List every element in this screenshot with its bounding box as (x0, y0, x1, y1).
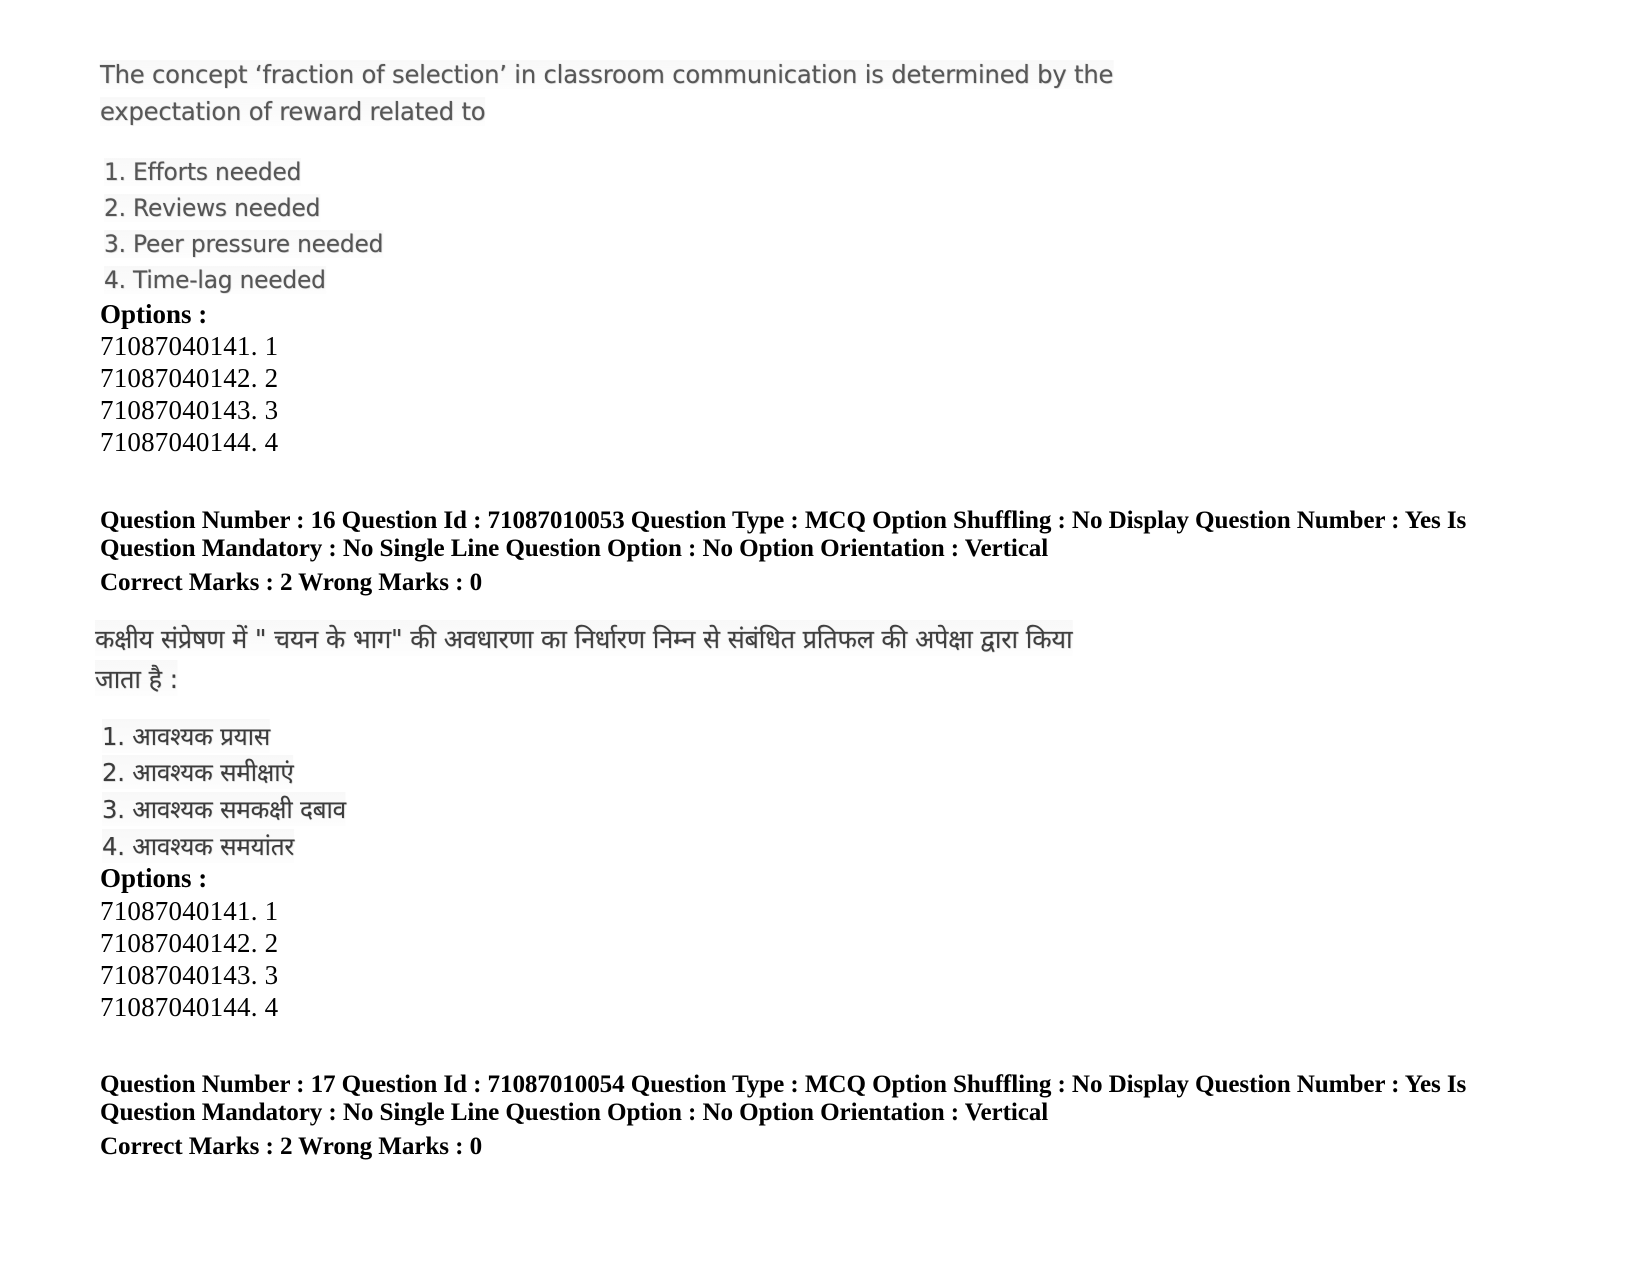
question-16-hindi-options-label: Options : (100, 863, 208, 893)
question-16-hindi-option-id-2: 71087040142. 2 (100, 928, 279, 958)
question-16-english-choice-1: 1. Efforts needed (104, 158, 302, 186)
question-16-option-id-2: 71087040142. 2 (100, 363, 279, 393)
question-16-hindi-choice-4: 4. आवश्यक समयांतर (102, 829, 294, 863)
question-16-hindi-stem-line-1: कक्षीय संप्रेषण में " चयन के भाग" की अवध… (95, 620, 1073, 656)
document-page: The concept ‘fraction of selection’ in c… (0, 0, 1650, 1275)
question-16-english-choice-3: 3. Peer pressure needed (104, 230, 384, 258)
question-16-option-id-3: 71087040143. 3 (100, 395, 279, 425)
question-16-metadata-line-1: Question Number : 16 Question Id : 71087… (100, 505, 1467, 534)
question-17-metadata-line-2: Question Mandatory : No Single Line Ques… (100, 1097, 1049, 1126)
question-16-english-choice-4: 4. Time-lag needed (104, 266, 326, 294)
question-16-english-choice-2: 2. Reviews needed (104, 194, 321, 222)
question-16-english-stem-line-2: expectation of reward related to (100, 97, 486, 126)
question-16-option-id-1: 71087040141. 1 (100, 331, 279, 361)
question-16-metadata-line-2: Question Mandatory : No Single Line Ques… (100, 533, 1049, 562)
question-16-hindi-choice-3: 3. आवश्यक समकक्षी दबाव (102, 792, 346, 826)
question-16-hindi-stem-line-2: जाता है : (95, 660, 178, 696)
question-16-hindi-choice-1: 1. आवश्यक प्रयास (102, 719, 270, 753)
question-16-english-stem-line-1: The concept ‘fraction of selection’ in c… (100, 60, 1114, 89)
question-16-metadata-line-3: Correct Marks : 2 Wrong Marks : 0 (100, 567, 483, 596)
question-16-options-label: Options : (100, 299, 208, 329)
question-16-option-id-4: 71087040144. 4 (100, 427, 279, 457)
question-17-metadata-line-3: Correct Marks : 2 Wrong Marks : 0 (100, 1131, 483, 1160)
question-16-hindi-option-id-3: 71087040143. 3 (100, 960, 279, 990)
question-16-hindi-option-id-1: 71087040141. 1 (100, 896, 279, 926)
question-16-hindi-option-id-4: 71087040144. 4 (100, 992, 279, 1022)
question-16-hindi-choice-2: 2. आवश्यक समीक्षाएं (102, 755, 294, 789)
question-17-metadata-line-1: Question Number : 17 Question Id : 71087… (100, 1069, 1467, 1098)
